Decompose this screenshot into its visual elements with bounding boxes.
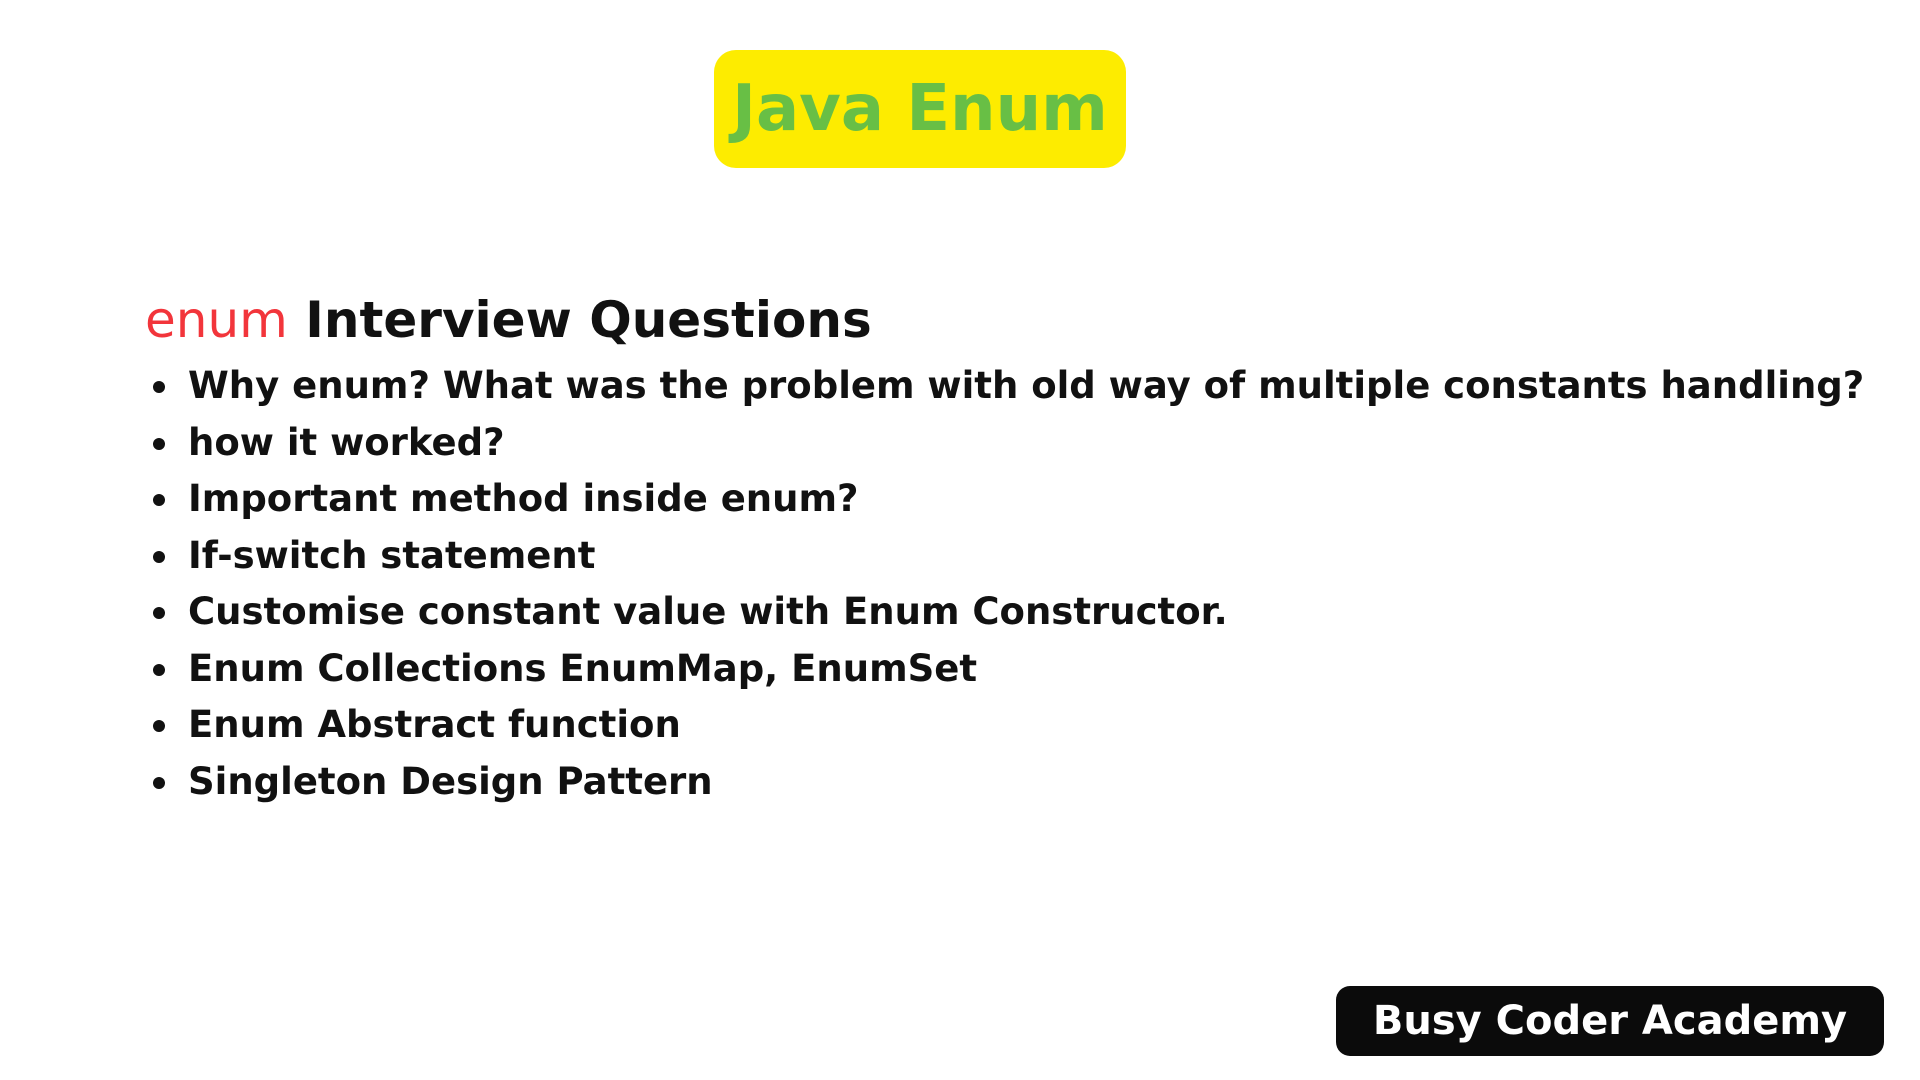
heading-rest: Interview Questions (305, 291, 872, 349)
brand-name: Busy Coder Academy (1372, 998, 1848, 1044)
question-text: If-switch statement (188, 533, 596, 577)
list-item: If-switch statement (150, 532, 1864, 589)
title-badge: Java Enum (714, 50, 1126, 168)
section-heading: enum Interview Questions (145, 288, 872, 352)
bullet-icon (153, 663, 165, 676)
bullet-icon (153, 720, 165, 732)
question-text: Enum Abstract function (188, 703, 681, 746)
list-item: Important method inside enum? (150, 475, 1864, 532)
bullet-icon (153, 607, 165, 619)
question-text: Enum Collections EnumMap, EnumSet (188, 646, 978, 690)
slide: Java Enum enum Interview Questions Why e… (0, 0, 1920, 1080)
question-text: Customise constant value with Enum Const… (188, 590, 1228, 633)
question-text: Why enum? What was the problem with old … (188, 364, 1865, 407)
bullet-icon (153, 381, 165, 393)
question-text: how it worked? (188, 420, 505, 464)
bullet-icon (153, 550, 165, 563)
bullet-icon (153, 494, 165, 506)
list-item: Enum Abstract function (150, 701, 1864, 758)
brand-badge: Busy Coder Academy (1336, 986, 1884, 1056)
list-item: Enum Collections EnumMap, EnumSet (150, 645, 1864, 702)
bullet-icon (153, 776, 165, 789)
bullet-icon (153, 437, 165, 450)
list-item: Singleton Design Pattern (150, 758, 1864, 815)
question-text: Important method inside enum? (188, 477, 859, 520)
list-item: Customise constant value with Enum Const… (150, 588, 1864, 645)
question-list: Why enum? What was the problem with old … (150, 362, 1864, 814)
list-item: Why enum? What was the problem with old … (150, 362, 1864, 419)
heading-accent: enum (145, 291, 288, 349)
slide-title: Java Enum (732, 72, 1108, 146)
list-item: how it worked? (150, 419, 1864, 476)
question-text: Singleton Design Pattern (188, 759, 713, 803)
